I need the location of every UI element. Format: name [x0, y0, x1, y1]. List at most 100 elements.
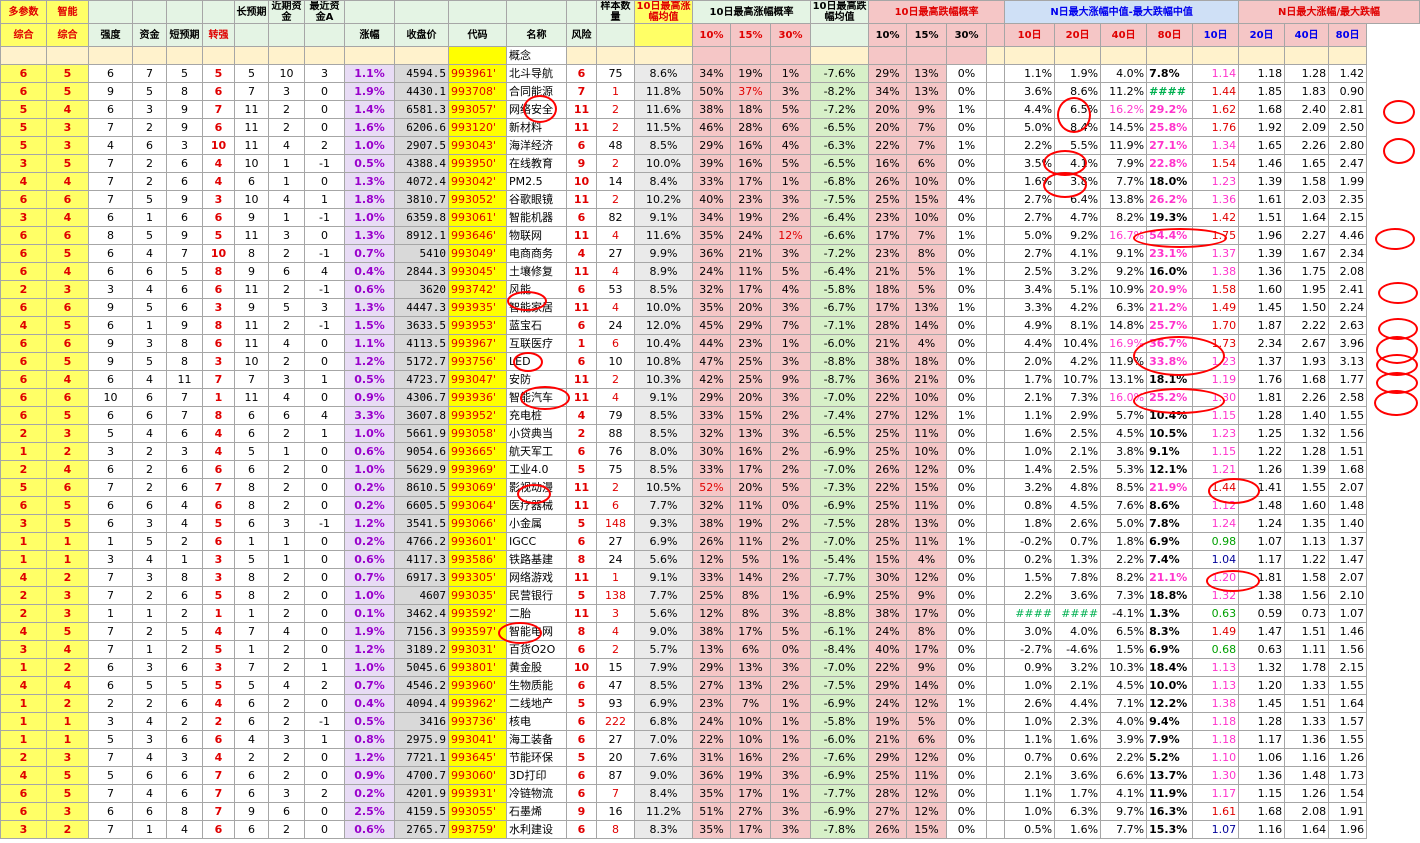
cell[interactable]: 网络游戏: [506, 568, 567, 587]
cell[interactable]: 节能环保: [506, 748, 567, 767]
cell[interactable]: 3D打印: [506, 766, 567, 785]
cell[interactable]: 993601': [448, 532, 507, 551]
cell: 0: [304, 496, 345, 515]
cell: [986, 550, 1006, 569]
cell[interactable]: 993047': [448, 370, 507, 389]
cell[interactable]: 北斗导航: [506, 64, 567, 83]
cell[interactable]: 993935': [448, 298, 507, 317]
cell[interactable]: 993931': [448, 784, 507, 803]
cell[interactable]: 智能机器: [506, 208, 567, 227]
cell[interactable]: 充电桩: [506, 406, 567, 425]
cell[interactable]: 蓝宝石: [506, 316, 567, 335]
cell[interactable]: 993064': [448, 496, 507, 515]
cell[interactable]: 993960': [448, 676, 507, 695]
cell[interactable]: 993756': [448, 352, 507, 371]
cell[interactable]: 影视动漫: [506, 478, 567, 497]
cell[interactable]: 智能家居: [506, 298, 567, 317]
cell[interactable]: 网络安全: [506, 100, 567, 119]
cell: 4: [132, 748, 167, 767]
cell[interactable]: LED: [506, 352, 567, 371]
cell: 1: [234, 532, 269, 551]
cell[interactable]: 993045': [448, 262, 507, 281]
cell: 2: [596, 100, 635, 119]
cell[interactable]: 993708': [448, 82, 507, 101]
cell[interactable]: 993066': [448, 514, 507, 533]
cell[interactable]: 993759': [448, 820, 507, 839]
cell[interactable]: 993031': [448, 640, 507, 659]
cell[interactable]: 互联医疗: [506, 334, 567, 353]
cell[interactable]: 智能电网: [506, 622, 567, 641]
cell[interactable]: 生物质能: [506, 676, 567, 695]
cell[interactable]: 993597': [448, 622, 507, 641]
cell: 1.37: [1238, 352, 1286, 371]
cell[interactable]: 993952': [448, 406, 507, 425]
cell: -4.1%: [1100, 604, 1148, 623]
cell[interactable]: 993042': [448, 172, 507, 191]
cell[interactable]: 安防: [506, 370, 567, 389]
cell[interactable]: 993950': [448, 154, 507, 173]
cell: 1.24: [1192, 514, 1240, 533]
cell[interactable]: 医疗器械: [506, 496, 567, 515]
cell[interactable]: 993060': [448, 766, 507, 785]
cell[interactable]: 海工装备: [506, 730, 567, 749]
cell[interactable]: IGCC: [506, 532, 567, 551]
cell[interactable]: 993801': [448, 658, 507, 677]
cell[interactable]: 风能: [506, 280, 567, 299]
cell[interactable]: 谷歌眼镜: [506, 190, 567, 209]
cell: 10.4%: [634, 334, 693, 353]
cell[interactable]: 993953': [448, 316, 507, 335]
cell[interactable]: 石墨烯: [506, 802, 567, 821]
cell[interactable]: 993645': [448, 748, 507, 767]
cell: 9054.6: [394, 442, 449, 461]
cell[interactable]: 核电: [506, 712, 567, 731]
cell[interactable]: 993586': [448, 550, 507, 569]
cell[interactable]: 土壤修复: [506, 262, 567, 281]
header-cell: [986, 23, 1006, 47]
cell: 6: [566, 136, 597, 155]
cell[interactable]: 993646': [448, 226, 507, 245]
cell[interactable]: 993035': [448, 586, 507, 605]
cell[interactable]: 黄金股: [506, 658, 567, 677]
cell[interactable]: 993049': [448, 244, 507, 263]
cell[interactable]: 工业4.0: [506, 460, 567, 479]
cell[interactable]: PM2.5: [506, 172, 567, 191]
cell[interactable]: 993055': [448, 802, 507, 821]
cell[interactable]: 993057': [448, 100, 507, 119]
cell[interactable]: 993967': [448, 334, 507, 353]
cell[interactable]: 993120': [448, 118, 507, 137]
cell[interactable]: 993736': [448, 712, 507, 731]
cell[interactable]: 993742': [448, 280, 507, 299]
cell[interactable]: 新材料: [506, 118, 567, 137]
cell[interactable]: 993061': [448, 208, 507, 227]
table-row: 6 4 6 4 11 7 7 3 1 0.5% 4723.7 993047' 安防 11 2 10.3% 42%…: [0, 370, 1420, 389]
cell[interactable]: 993665': [448, 442, 507, 461]
cell[interactable]: 民营银行: [506, 586, 567, 605]
cell[interactable]: 993043': [448, 136, 507, 155]
cell[interactable]: 小贷典当: [506, 424, 567, 443]
cell[interactable]: 在线教育: [506, 154, 567, 173]
cell[interactable]: 物联网: [506, 226, 567, 245]
cell[interactable]: 二胎: [506, 604, 567, 623]
cell[interactable]: 993961': [448, 64, 507, 83]
cell[interactable]: 百货O2O: [506, 640, 567, 659]
cell[interactable]: 993969': [448, 460, 507, 479]
cell[interactable]: 海洋经济: [506, 136, 567, 155]
cell: 6: [132, 496, 167, 515]
cell[interactable]: 二线地产: [506, 694, 567, 713]
cell[interactable]: 水利建设: [506, 820, 567, 839]
cell[interactable]: 智能汽车: [506, 388, 567, 407]
cell[interactable]: 电商商务: [506, 244, 567, 263]
cell[interactable]: 993041': [448, 730, 507, 749]
cell[interactable]: 993069': [448, 478, 507, 497]
cell[interactable]: 合同能源: [506, 82, 567, 101]
cell[interactable]: 冷链物流: [506, 784, 567, 803]
cell[interactable]: 993305': [448, 568, 507, 587]
cell[interactable]: 993052': [448, 190, 507, 209]
cell[interactable]: 993592': [448, 604, 507, 623]
cell[interactable]: 航天军工: [506, 442, 567, 461]
cell[interactable]: 993936': [448, 388, 507, 407]
cell[interactable]: 铁路基建: [506, 550, 567, 569]
cell[interactable]: 小金属: [506, 514, 567, 533]
cell[interactable]: 993962': [448, 694, 507, 713]
cell[interactable]: 993058': [448, 424, 507, 443]
